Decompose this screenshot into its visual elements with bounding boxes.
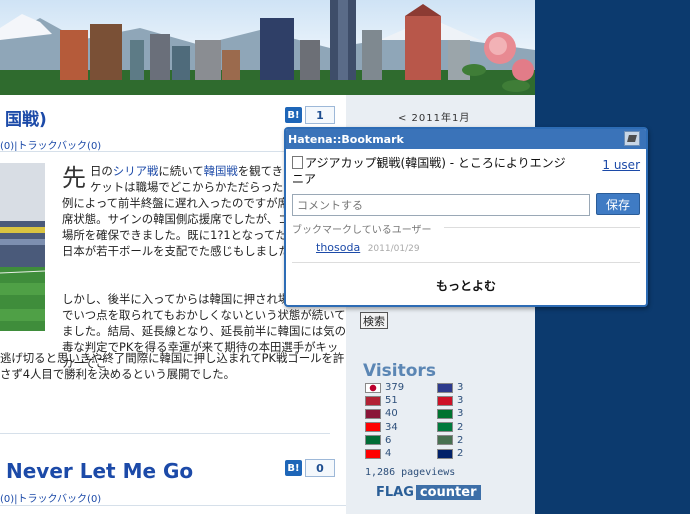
country-flag-icon xyxy=(365,435,381,446)
country-flag-icon xyxy=(437,448,453,459)
flag-entry: 40 xyxy=(365,407,398,420)
flag-entry: 4 xyxy=(365,447,391,460)
trackback-link[interactable]: トラックバック(0) xyxy=(18,494,102,505)
flag-entry: 2 xyxy=(437,434,463,447)
hatena-b-icon: B! xyxy=(285,107,302,123)
flag-count: 3 xyxy=(457,382,464,393)
flag-count: 4 xyxy=(385,448,392,459)
bookmark-date: 2011/01/29 xyxy=(367,244,420,254)
link-korea-match[interactable]: 韓国戦 xyxy=(204,164,238,178)
popup-header-title: Hatena::Bookmark xyxy=(288,132,404,146)
calendar-month-nav[interactable]: < 2011年1月 xyxy=(398,109,470,124)
flag-counter-logo[interactable]: FLAG counter xyxy=(376,485,481,500)
skyline-illustration xyxy=(0,0,535,95)
document-icon xyxy=(292,156,303,169)
flag-count: 2 xyxy=(457,448,464,459)
country-flag-icon xyxy=(365,422,381,433)
flag-entry: 51 xyxy=(365,394,398,407)
flag-count: 2 xyxy=(457,434,464,446)
flag-entry: 6 xyxy=(365,434,391,447)
post-title-never-let-me-go[interactable]: Never Let Me Go xyxy=(6,459,193,483)
flag-counter-logo-flag: FLAG xyxy=(376,485,414,500)
popup-entry-title-text: アジアカップ観戦(韓国戦) - ところによりエンジニア xyxy=(292,156,566,186)
pageviews-count: 1,286 pageviews xyxy=(365,467,456,478)
flag-count: 6 xyxy=(385,434,392,446)
more-divider xyxy=(292,262,640,263)
header-banner xyxy=(0,0,535,95)
country-flag-icon xyxy=(365,448,381,459)
flag-count: 40 xyxy=(385,408,398,420)
flag-count: 379 xyxy=(385,382,405,393)
flag-count: 34 xyxy=(385,421,398,433)
stadium-photo xyxy=(0,163,45,331)
bookmark-count[interactable]: 0 xyxy=(305,459,335,477)
country-flag-icon xyxy=(365,382,381,393)
country-flag-icon xyxy=(437,395,453,406)
flag-count: 51 xyxy=(385,395,398,407)
text-segment: に続いて xyxy=(158,164,204,178)
hatena-bookmark-badge-2[interactable]: B! 0 xyxy=(285,459,335,477)
flag-entry: 34 xyxy=(365,421,398,434)
hatena-b-icon: B! xyxy=(285,460,302,476)
post-separator xyxy=(0,433,330,434)
link-syria-match[interactable]: シリア戦 xyxy=(113,164,159,178)
country-flag-icon xyxy=(437,382,453,393)
flag-counter-logo-counter: counter xyxy=(415,485,481,500)
popup-users-link[interactable]: 1 user xyxy=(602,158,640,172)
flag-entry: 2 xyxy=(437,447,463,460)
bookmark-user-link[interactable]: thosoda xyxy=(316,241,360,254)
read-more-link[interactable]: もっとよむ xyxy=(286,277,646,294)
country-flag-icon xyxy=(437,422,453,433)
country-flag-icon xyxy=(437,435,453,446)
comments-link[interactable]: (0) xyxy=(0,494,14,505)
search-button[interactable]: 検索 xyxy=(360,312,388,329)
country-flag-icon xyxy=(365,408,381,419)
post-paragraph-3: 逃げ切ると思いきや終了間際に韓国に押し込まれてPK戦ゴールを許さず4人目で勝利を… xyxy=(0,351,345,381)
section-divider xyxy=(444,227,640,228)
flag-count: 3 xyxy=(457,395,464,407)
popup-entry-title[interactable]: アジアカップ観戦(韓国戦) - ところによりエンジニア xyxy=(292,155,568,187)
text-segment: 日の xyxy=(90,164,113,178)
post-meta: (0)|トラックバック(0) xyxy=(0,137,101,152)
dropcap: 先 xyxy=(62,164,86,192)
hatena-bookmark-badge[interactable]: B! 1 xyxy=(285,106,335,124)
flag-count: 3 xyxy=(457,408,464,420)
save-button[interactable]: 保存 xyxy=(596,193,640,215)
flag-entry: 3 xyxy=(437,394,463,407)
post-divider-2 xyxy=(0,505,346,506)
post-meta-2: (0)|トラックバック(0) xyxy=(0,490,101,505)
hatena-bookmark-popup: Hatena::Bookmark アジアカップ観戦(韓国戦) - ところによりエ… xyxy=(284,127,648,307)
country-flag-icon xyxy=(437,408,453,419)
bookmarking-users-label: ブックマークしているユーザー xyxy=(292,225,432,236)
flag-entry: 3 xyxy=(437,381,463,394)
post-title-asian-cup[interactable]: 国戦) xyxy=(5,105,47,130)
bookmark-count[interactable]: 1 xyxy=(305,106,335,124)
bookmark-user-row: thosoda 2011/01/29 xyxy=(316,241,420,254)
flag-entry: 379 xyxy=(365,381,404,394)
country-flag-icon xyxy=(365,395,381,406)
comment-input[interactable] xyxy=(292,194,590,216)
flag-entry: 3 xyxy=(437,407,463,420)
close-icon[interactable] xyxy=(624,131,640,146)
popup-header: Hatena::Bookmark xyxy=(286,129,646,149)
visitors-title: Visitors xyxy=(363,361,436,381)
flag-count: 2 xyxy=(457,421,464,433)
flag-entry: 2 xyxy=(437,421,463,434)
